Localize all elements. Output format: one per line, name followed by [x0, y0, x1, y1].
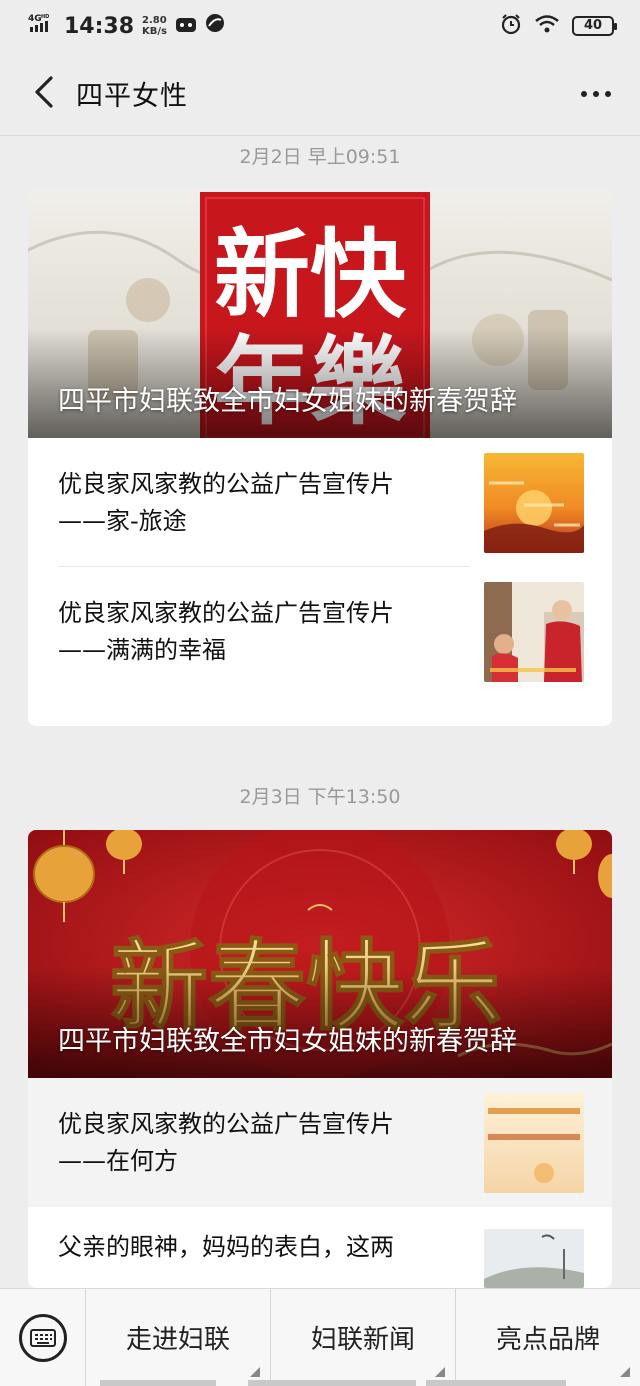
- article-card: 新快 年樂 四平市妇联致全市妇女姐妹的新春贺辞 优良家风家教的公益广告宣传片 —…: [28, 190, 612, 726]
- svg-text:4G: 4G: [28, 14, 42, 24]
- wifi-icon: [534, 14, 560, 38]
- message-timestamp: 2月3日 下午13:50: [239, 786, 401, 808]
- chevron-left-icon: [33, 75, 55, 113]
- app-notification-icon-2: [205, 13, 225, 39]
- back-button[interactable]: [24, 74, 64, 114]
- more-button[interactable]: [576, 74, 616, 114]
- nav-bar: 四平女性: [0, 52, 640, 136]
- svg-text:HD: HD: [41, 14, 49, 20]
- article-title-line: 优良家风家教的公益广告宣传片: [58, 598, 394, 627]
- article-card: 新春快乐 四平市妇联致全市妇女姐妹的新春贺辞 优良家风家教的公益广告宣传片 ——…: [28, 830, 612, 1288]
- bottom-menu-bar: 走进妇联 妇联新闻 亮点品牌: [0, 1288, 640, 1386]
- menu-item-label: 亮点品牌: [495, 1325, 600, 1355]
- article-thumbnail: [484, 1092, 584, 1193]
- page-title: 四平女性: [76, 81, 188, 112]
- more-dots-icon-dot: [581, 90, 587, 97]
- battery-indicator: 40: [572, 16, 617, 36]
- scroll-indicator: [248, 1380, 416, 1386]
- message-timestamp: 2月2日 早上09:51: [239, 146, 401, 168]
- keyboard-icon: [18, 1313, 67, 1362]
- menu-item-label: 走进妇联: [125, 1325, 230, 1355]
- hero-title: 四平市妇联致全市妇女姐妹的新春贺辞: [58, 1026, 517, 1057]
- article-title-line: ——满满的幸福: [58, 635, 226, 664]
- keyboard-toggle-button[interactable]: [0, 1288, 86, 1386]
- status-bar: 4G HD 14:38 2.80 KB/s 40: [0, 0, 640, 52]
- article-title: 父亲的眼神，妈妈的表白，这两: [58, 1229, 484, 1266]
- article-title-line: 优良家风家教的公益广告宣传片: [58, 469, 394, 498]
- article-thumbnail: [484, 452, 584, 553]
- submenu-indicator-icon: [620, 1366, 630, 1377]
- app-notification-icon: [175, 14, 197, 39]
- menu-item-highlight-brand[interactable]: 亮点品牌: [456, 1289, 640, 1386]
- article-title: 优良家风家教的公益广告宣传片 ——在何方: [58, 1106, 484, 1180]
- hero-article[interactable]: 新快 年樂 四平市妇联致全市妇女姐妹的新春贺辞: [28, 190, 612, 438]
- scroll-indicator: [426, 1380, 566, 1386]
- status-time: 14:38: [64, 13, 135, 39]
- article-title: 优良家风家教的公益广告宣传片 ——家-旅途: [58, 466, 484, 540]
- more-dots-icon-dot: [605, 90, 611, 97]
- menu-item-fulian-news[interactable]: 妇联新闻: [271, 1288, 456, 1386]
- hero-title: 四平市妇联致全市妇女姐妹的新春贺辞: [58, 386, 517, 417]
- signal-icon: 4G HD: [28, 12, 56, 40]
- network-speed: 2.80 KB/s: [142, 15, 167, 37]
- menu-item-zoujin-fulian[interactable]: 走进妇联: [86, 1288, 271, 1386]
- article-item[interactable]: 优良家风家教的公益广告宣传片 ——家-旅途: [28, 438, 612, 567]
- status-right: 40: [500, 13, 617, 39]
- hero-art-text: 新快: [214, 218, 407, 331]
- article-title-line: ——家-旅途: [58, 506, 187, 535]
- alarm-icon: [500, 13, 522, 39]
- status-left: 4G HD 14:38 2.80 KB/s: [28, 12, 225, 40]
- submenu-indicator-icon: [435, 1366, 445, 1377]
- article-title-line: 父亲的眼神，妈妈的表白，这两: [58, 1233, 394, 1261]
- article-title: 优良家风家教的公益广告宣传片 ——满满的幸福: [58, 595, 484, 669]
- article-thumbnail: [484, 581, 584, 682]
- article-item[interactable]: 优良家风家教的公益广告宣传片 ——满满的幸福: [28, 567, 612, 696]
- article-title-line: 优良家风家教的公益广告宣传片: [58, 1109, 394, 1138]
- menu-item-label: 妇联新闻: [310, 1325, 415, 1355]
- article-thumbnail: [484, 1229, 584, 1288]
- scroll-indicator: [100, 1380, 216, 1386]
- hero-article[interactable]: 新春快乐 四平市妇联致全市妇女姐妹的新春贺辞: [28, 830, 612, 1078]
- speed-value: 2.80: [142, 15, 167, 26]
- article-item[interactable]: 父亲的眼神，妈妈的表白，这两: [28, 1207, 612, 1288]
- article-item[interactable]: 优良家风家教的公益广告宣传片 ——在何方: [28, 1078, 612, 1207]
- speed-unit: KB/s: [142, 26, 168, 37]
- submenu-indicator-icon: [250, 1366, 260, 1377]
- more-dots-icon-dot: [593, 90, 599, 97]
- article-title-line: ——在何方: [58, 1146, 178, 1175]
